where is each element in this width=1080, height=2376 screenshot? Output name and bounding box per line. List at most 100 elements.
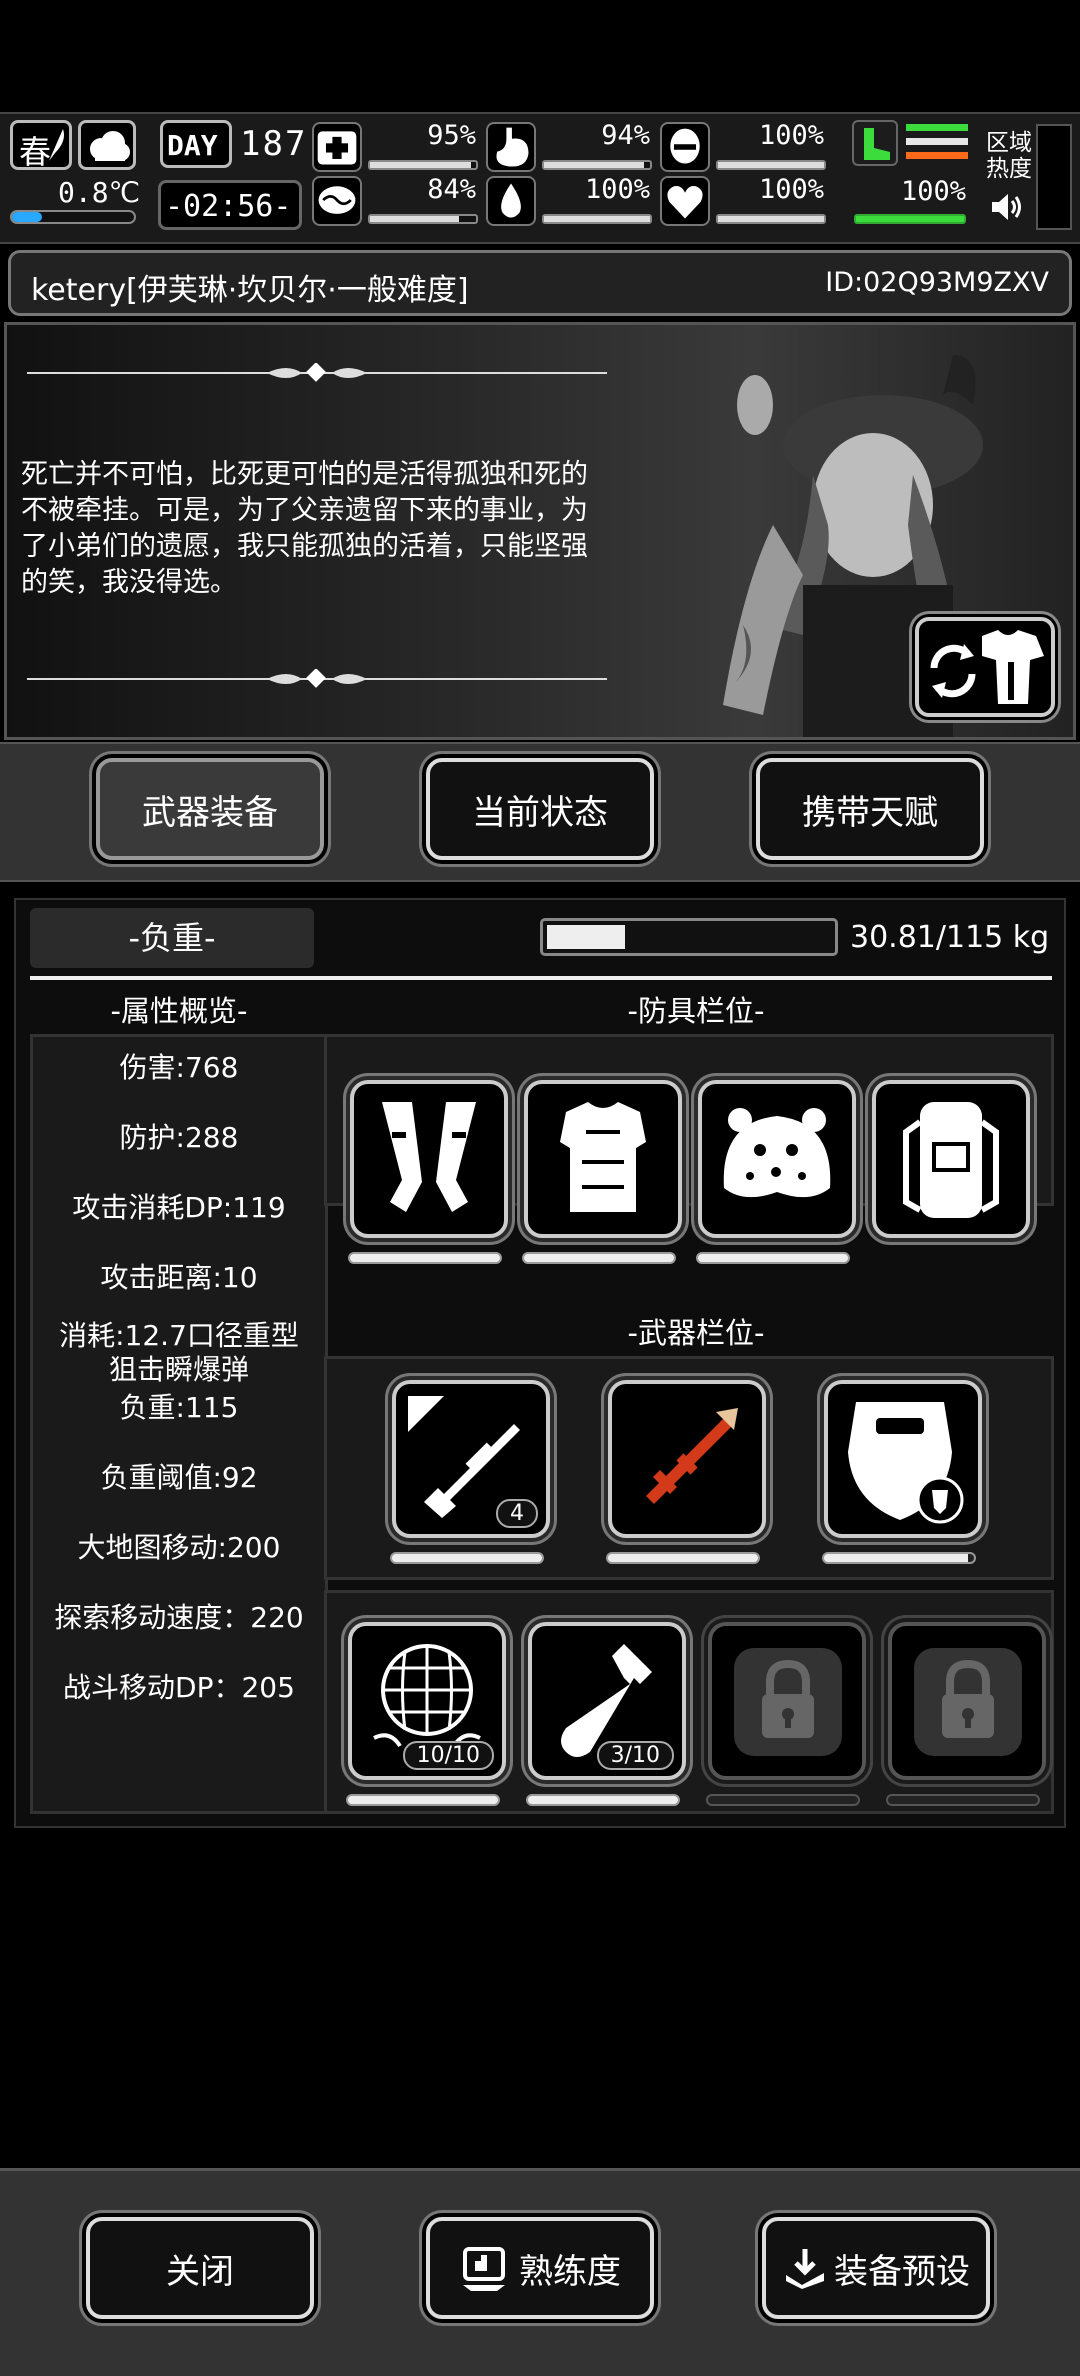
item-count: 10/10 (402, 1741, 494, 1770)
weapon-slot[interactable]: 4 (392, 1380, 550, 1538)
region-heat-label: 区域热度 (986, 130, 1032, 182)
proficiency-label: 熟练度 (519, 2251, 621, 2292)
durability-bar (606, 1552, 760, 1564)
outfit-refresh-icon (930, 630, 1044, 704)
ornament-divider-bottom (27, 669, 607, 688)
empty-durability-bar (706, 1794, 860, 1806)
helmet-icon (660, 122, 710, 172)
attribute-item: 负重:115 (119, 1391, 239, 1424)
status-hud: 春 0.8℃ DAY 187 -02:56- 95% 94% 100% 84% 100%… (0, 112, 1080, 244)
weight-bar (540, 918, 838, 956)
riot-shield-icon (848, 1402, 964, 1524)
speaker-icon[interactable] (990, 192, 1024, 222)
tab-label: 当前状态 (472, 792, 608, 833)
close-button[interactable]: 关闭 (86, 2217, 314, 2319)
rocket-launcher-icon (646, 1408, 738, 1504)
lock-icon (914, 1648, 1022, 1756)
attribute-item: 战斗移动DP：205 (63, 1671, 295, 1704)
preset-label: 装备预设 (834, 2251, 970, 2292)
attribute-item: 防护:288 (119, 1121, 239, 1154)
character-quote: 死亡并不可怕，比死更可怕的是活得孤独和死的不被牵挂。可是，为了父亲遗留下来的事业… (21, 459, 588, 598)
proficiency-button[interactable]: 熟练度 (426, 2217, 654, 2319)
sanity-bar (368, 214, 478, 224)
region-heat[interactable]: 区域热度 (982, 118, 1076, 236)
water-drop-icon (486, 176, 536, 226)
weapon-slots-heading: -武器栏位- (627, 1316, 765, 1350)
change-outfit-button[interactable] (915, 617, 1055, 717)
hunger-value: 94% (601, 120, 650, 151)
tab-label: 武器装备 (142, 792, 278, 833)
preset-download-icon (786, 2249, 824, 2289)
footer-bar: 关闭 熟练度 装备预设 (0, 2168, 1080, 2376)
item-count: 4 (496, 1499, 538, 1528)
attribute-item: 消耗:12.7口径重型狙击瞬爆弹 (59, 1319, 299, 1386)
health-value: 95% (427, 120, 476, 151)
item-count: 3/10 (596, 1741, 674, 1770)
leopard-hat-icon (723, 1108, 831, 1198)
armor-slot[interactable] (872, 1080, 1030, 1238)
cloud-icon (90, 131, 130, 161)
tab-weapon-equipment[interactable]: 武器装备 (96, 758, 324, 860)
thirst-bar (542, 214, 652, 224)
stomach-icon (486, 122, 536, 172)
brain-icon (312, 176, 362, 226)
equipment-preset-button[interactable]: 装备预设 (762, 2217, 990, 2319)
durability-bar (390, 1552, 544, 1564)
tab-current-status[interactable]: 当前状态 (426, 758, 654, 860)
armor-value: 100% (758, 120, 824, 151)
durability-bar (348, 1252, 502, 1264)
sanity-value: 84% (427, 174, 476, 205)
season-badge: 春 (10, 120, 72, 171)
armor-slot[interactable] (698, 1080, 856, 1238)
weight-readout: 30.81/115 kg (850, 920, 1050, 955)
durability-bar (346, 1794, 500, 1806)
stamina-stripes (906, 124, 968, 159)
tool-slot[interactable]: 3/10 (528, 1622, 686, 1780)
attribute-item: 伤害:768 (119, 1051, 239, 1084)
durability-bar (696, 1252, 850, 1264)
day-badge: DAY (160, 120, 232, 168)
tab-carried-talents[interactable]: 携带天赋 (756, 758, 984, 860)
weapon-slot[interactable] (608, 1380, 766, 1538)
health-bar (368, 160, 478, 170)
tool-slot[interactable]: 10/10 (348, 1622, 506, 1780)
close-label: 关闭 (166, 2251, 234, 2292)
armor-slots-heading: -防具栏位- (627, 994, 765, 1028)
locked-slot[interactable] (708, 1622, 866, 1780)
attribute-item: 负重阈值:92 (100, 1461, 258, 1494)
player-id: ID:02Q93M9ZXV (825, 267, 1049, 298)
divider (30, 976, 1052, 980)
body-armor-icon (560, 1102, 646, 1212)
player-name-bar: ketery[伊芙琳·坎贝尔·一般难度] ID:02Q93M9ZXV (8, 250, 1072, 316)
ornament-divider-top (27, 363, 607, 382)
clock-box: -02:56- (158, 180, 302, 230)
trophy-icon (463, 2247, 505, 2291)
backpack-icon (903, 1102, 999, 1218)
character-story-panel: 死亡并不可怕，比死更可怕的是活得孤独和死的不被牵挂。可是，为了父亲遗留下来的事业… (4, 322, 1076, 740)
thirst-value: 100% (584, 174, 650, 205)
heart-icon (660, 176, 710, 226)
temperature-gauge (10, 210, 136, 224)
tab-bar: 武器装备 当前状态 携带天赋 (0, 742, 1080, 882)
stamina-bar (854, 214, 966, 224)
temperature-readout: 0.8℃ (58, 176, 141, 209)
first-aid-icon (312, 122, 362, 172)
mood-bar (716, 214, 826, 224)
weapon-slot[interactable] (824, 1380, 982, 1538)
attributes-list: 伤害:768 防护:288 攻击消耗DP:119 攻击距离:10 消耗:12.7口径重型… (30, 1034, 328, 1814)
gauntlet-icon (382, 1102, 476, 1212)
attributes-heading: -属性概览- (110, 994, 248, 1028)
locked-slot[interactable] (888, 1622, 1046, 1780)
region-heat-meter (1036, 124, 1072, 230)
durability-bar (522, 1252, 676, 1264)
tab-label: 携带天赋 (802, 792, 938, 833)
armor-slot[interactable] (350, 1080, 508, 1238)
player-name: ketery[伊芙琳·坎贝尔·一般难度] (31, 273, 469, 308)
weight-label: -负重- (30, 908, 314, 968)
day-label: DAY (167, 129, 218, 162)
boot-icon (864, 128, 890, 160)
lock-icon (734, 1648, 842, 1756)
durability-bar (822, 1552, 976, 1564)
armor-slot[interactable] (524, 1080, 682, 1238)
stamina-value: 100% (900, 176, 966, 207)
